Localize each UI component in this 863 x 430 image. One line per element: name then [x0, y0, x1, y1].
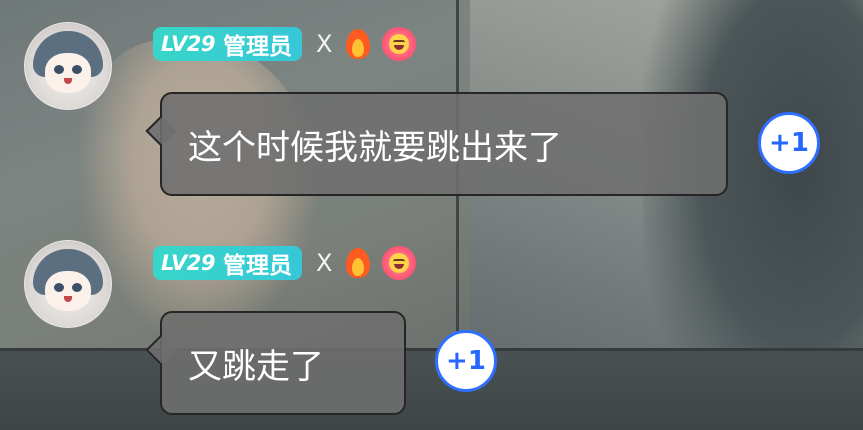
plus-one-button[interactable]: +1: [758, 112, 820, 174]
smiling-flower-icon: [382, 27, 417, 61]
message-bubble[interactable]: 又跳走了: [145, 311, 406, 415]
level-label: LV29: [161, 251, 215, 275]
fire-icon: [344, 246, 372, 280]
message-bubble[interactable]: 这个时候我就要跳出来了: [145, 92, 728, 196]
user-avatar[interactable]: [24, 22, 112, 110]
x-mark: X: [315, 30, 333, 58]
role-label: 管理员: [222, 253, 292, 279]
level-label: LV29: [161, 32, 215, 56]
user-avatar[interactable]: [24, 240, 112, 328]
message-text: 这个时候我就要跳出来了: [188, 127, 562, 168]
level-role-badge: LV29 管理员: [153, 246, 302, 280]
role-label: 管理员: [222, 34, 292, 60]
background-artwork: [0, 0, 863, 430]
level-role-badge: LV29 管理员: [153, 27, 302, 61]
fire-icon: [344, 27, 372, 61]
x-mark: X: [315, 249, 333, 277]
plus-one-button[interactable]: +1: [435, 330, 497, 392]
smiling-flower-icon: [382, 246, 417, 280]
message-text: 又跳走了: [188, 346, 324, 387]
user-badges: LV29 管理员 X: [153, 245, 417, 281]
user-badges: LV29 管理员 X: [153, 26, 417, 62]
